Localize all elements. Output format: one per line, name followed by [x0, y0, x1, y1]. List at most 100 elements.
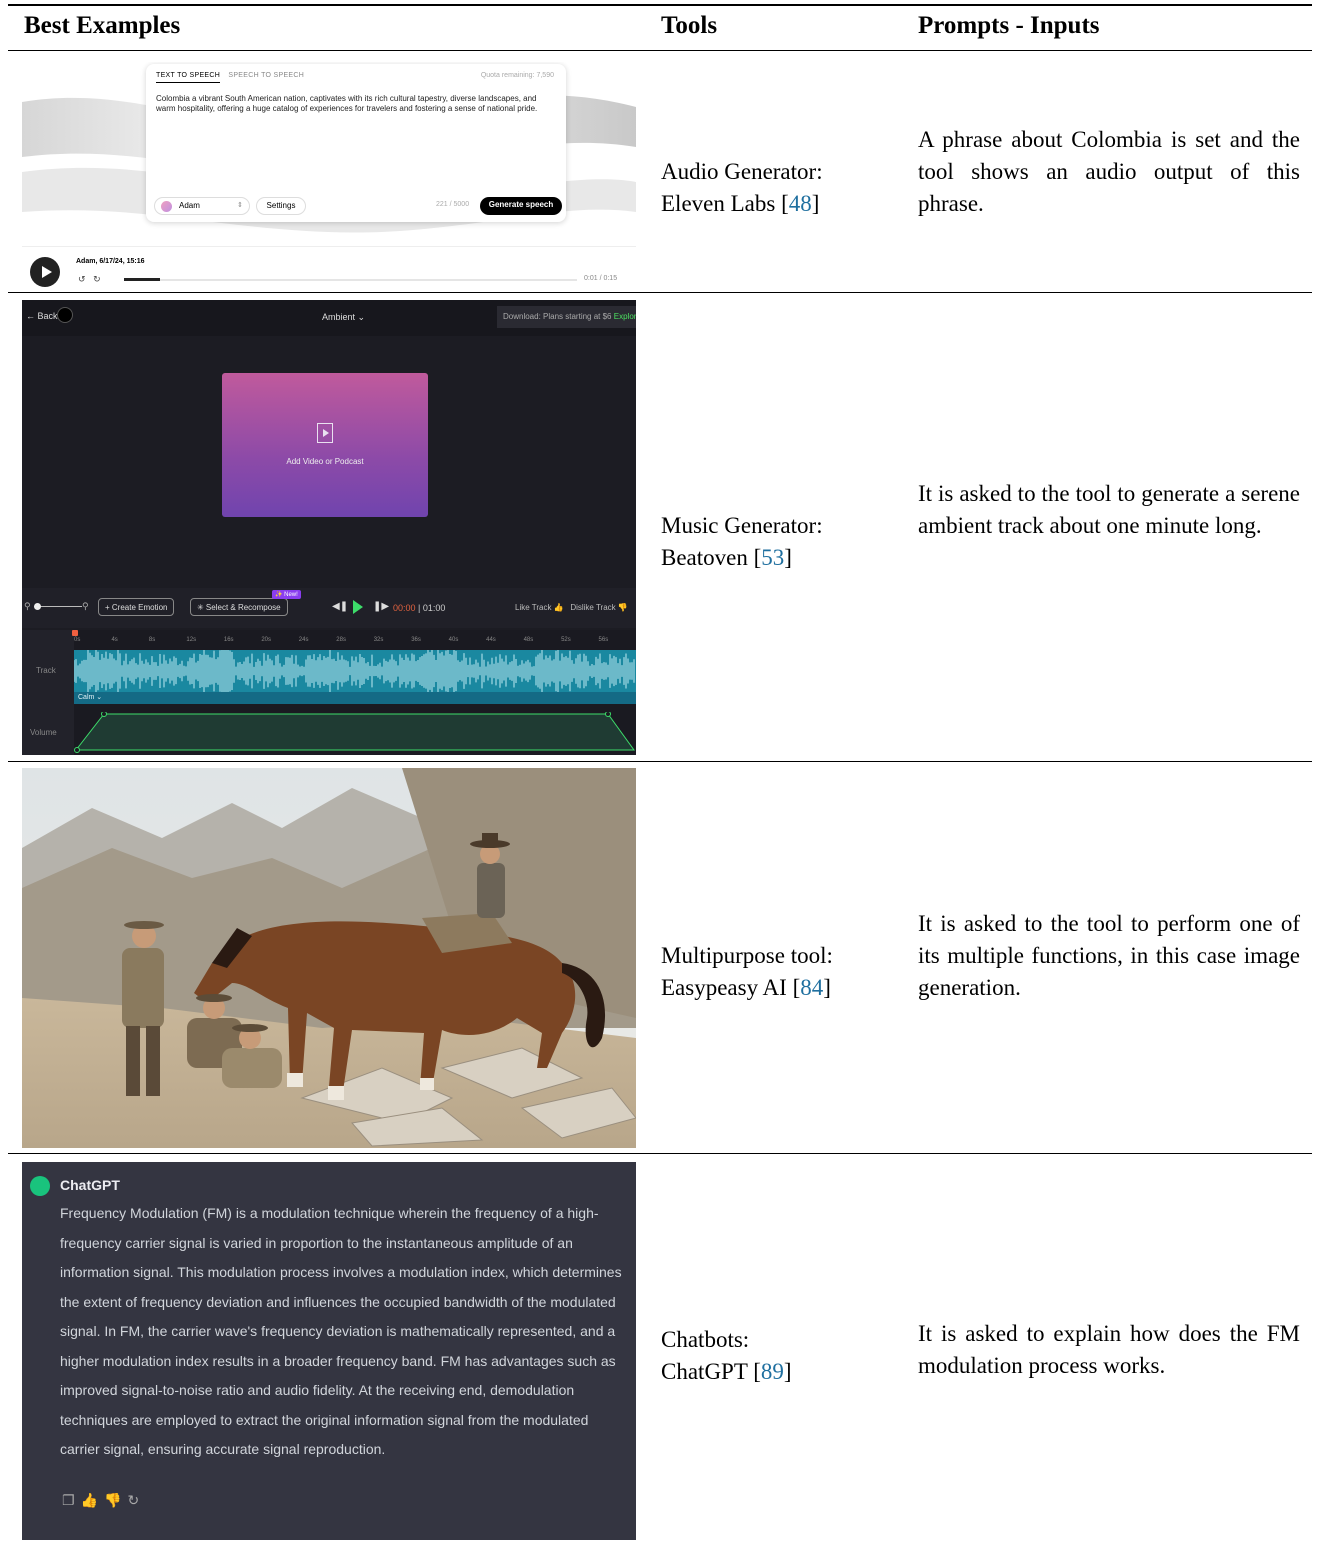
- citation-link[interactable]: 84: [800, 975, 823, 1000]
- track-label: Track: [36, 666, 56, 675]
- generate-speech-button[interactable]: Generate speech: [480, 197, 562, 215]
- thumbs-down-icon[interactable]: 👎: [104, 1492, 127, 1508]
- volume-envelope[interactable]: [74, 712, 636, 755]
- section-label[interactable]: Calm ⌄: [74, 692, 636, 704]
- tool-product-line: Beatoven [53]: [661, 545, 792, 570]
- row-divider: [8, 1153, 1312, 1154]
- tts-textarea[interactable]: Colombia a vibrant South American nation…: [156, 94, 551, 114]
- play-button[interactable]: [30, 257, 60, 287]
- citation-link[interactable]: 89: [761, 1359, 784, 1384]
- ruler-tick: 36s: [411, 637, 421, 643]
- audio-player: Adam, 6/17/24, 15:16 ↺ ↻ 0:01 / 0:15: [22, 246, 636, 288]
- header-prompts: Prompts - Inputs: [918, 12, 1100, 39]
- header-tools: Tools: [661, 12, 718, 39]
- skip-controls: ↺ ↻: [78, 274, 101, 285]
- control-bar: ⚲ ⚲ + Create Emotion ✳ Select & Recompos…: [22, 588, 636, 628]
- back-button[interactable]: ← Back: [26, 311, 58, 321]
- char-count: 221 / 5000: [436, 201, 470, 208]
- time-total: | 01:00: [418, 603, 446, 613]
- tool-category: Chatbots:: [661, 1327, 750, 1352]
- track-feedback: Like Track 👍 Dislike Track 👎: [515, 603, 628, 612]
- video-icon: [317, 423, 333, 443]
- like-track-button[interactable]: Like Track 👍: [515, 603, 564, 612]
- playhead[interactable]: [72, 630, 78, 636]
- timeline-labels: Track Volume: [22, 630, 74, 755]
- elevenlabs-screenshot: TEXT TO SPEECH SPEECH TO SPEECH Quota re…: [22, 62, 636, 288]
- top-rule: [8, 4, 1312, 6]
- voice-avatar-icon: [161, 201, 172, 212]
- add-media-box[interactable]: Add Video or Podcast: [222, 373, 428, 517]
- prompt-cell: It is asked to the tool to perform one o…: [918, 911, 1300, 1000]
- chatgpt-screenshot: ChatGPT Frequency Modulation (FM) is a m…: [22, 1162, 636, 1540]
- time-display: 00:00 | 01:00: [393, 603, 445, 613]
- ruler-tick: 48s: [523, 637, 534, 643]
- tool-product-line: Eleven Labs [48]: [661, 191, 820, 216]
- explore-link[interactable]: Explore: [614, 312, 636, 321]
- tool-cell: Audio Generator: Eleven Labs [48]: [661, 156, 891, 220]
- zoom-handle[interactable]: [34, 603, 41, 610]
- tool-product: Beatoven: [661, 545, 748, 570]
- tool-product-line: ChatGPT [89]: [661, 1359, 792, 1384]
- beatoven-screenshot: ← Back Ambient ⌄ Download: Plans startin…: [22, 300, 636, 755]
- tool-category: Multipurpose tool:: [661, 943, 833, 968]
- progress-bar[interactable]: [124, 278, 577, 281]
- download-text: Download: Plans starting at $6: [503, 312, 612, 321]
- progress-fill: [124, 278, 161, 281]
- time-current: 00:00: [393, 603, 416, 613]
- previous-icon[interactable]: ◀❚: [332, 601, 348, 612]
- ruler-tick: 28s: [336, 637, 346, 643]
- ruler-tick: 40s: [448, 637, 459, 643]
- top-bar: ← Back Ambient ⌄ Download: Plans startin…: [22, 300, 636, 336]
- citation-link[interactable]: 48: [789, 191, 812, 216]
- zoom-in-icon[interactable]: ⚲: [82, 601, 89, 612]
- ruler-tick: 44s: [486, 637, 496, 643]
- thumbs-up-icon[interactable]: 👍: [81, 1492, 104, 1508]
- citation-link[interactable]: 53: [761, 545, 784, 570]
- tool-category: Music Generator:: [661, 513, 823, 538]
- tool-product-line: Easypeasy AI [84]: [661, 975, 831, 1000]
- tool-product: Easypeasy AI: [661, 975, 787, 1000]
- play-icon[interactable]: [353, 600, 363, 614]
- assistant-name: ChatGPT: [60, 1177, 120, 1193]
- rewind-icon[interactable]: ↺: [78, 274, 86, 284]
- assistant-message: Frequency Modulation (FM) is a modulatio…: [60, 1205, 622, 1457]
- zoom-slider[interactable]: [34, 606, 82, 607]
- dislike-track-button[interactable]: Dislike Track 👎: [570, 603, 628, 612]
- header-rule: [8, 50, 1312, 51]
- regenerate-icon[interactable]: ↻: [127, 1492, 145, 1508]
- time-ruler[interactable]: 0s 4s 8s 12s 16s 20s 24s 28s 32s 36s 40s 44s 48s 52s 5…: [74, 630, 636, 648]
- generated-image: [22, 768, 636, 1148]
- next-icon[interactable]: ❚▶: [373, 601, 389, 612]
- ruler-tick: 52s: [561, 637, 571, 643]
- create-emotion-button[interactable]: + Create Emotion: [98, 598, 175, 616]
- volume-label: Volume: [30, 728, 57, 737]
- tool-category: Audio Generator:: [661, 159, 823, 184]
- ruler-tick: 24s: [298, 637, 309, 643]
- ruler-tick: 4s: [111, 637, 118, 643]
- tts-card: TEXT TO SPEECH SPEECH TO SPEECH Quota re…: [146, 64, 566, 222]
- header-examples: Best Examples: [24, 12, 181, 39]
- settings-button[interactable]: Settings: [256, 197, 306, 215]
- voice-select[interactable]: Adam ⇕: [154, 197, 250, 215]
- tab-text-to-speech[interactable]: TEXT TO SPEECH: [156, 72, 221, 83]
- forward-icon[interactable]: ↻: [93, 274, 101, 284]
- prompt-cell: It is asked to explain how does the FM m…: [918, 1321, 1300, 1378]
- player-title: Adam, 6/17/24, 15:16: [76, 258, 145, 265]
- tool-product: ChatGPT: [661, 1359, 748, 1384]
- row-divider: [8, 761, 1312, 762]
- player-time: 0:01 / 0:15: [584, 275, 618, 282]
- timeline: Track Volume 0s 4s 8s 12s 16s 20s 24s 28s 32s 36s…: [22, 630, 636, 755]
- tool-cell: Music Generator: Beatoven [53]: [661, 510, 891, 574]
- zoom-out-icon[interactable]: ⚲: [24, 601, 31, 612]
- ruler-tick: 16s: [223, 637, 234, 643]
- beatoven-logo: [57, 307, 73, 323]
- tab-speech-to-speech[interactable]: SPEECH TO SPEECH: [228, 72, 304, 79]
- tool-cell: Multipurpose tool: Easypeasy AI [84]: [661, 940, 891, 1004]
- row-divider: [8, 292, 1312, 293]
- download-banner: Download: Plans starting at $6 Explore: [497, 306, 636, 328]
- copy-icon[interactable]: ❐: [62, 1492, 81, 1508]
- waveform[interactable]: [74, 650, 636, 692]
- openai-logo-icon: [30, 1176, 50, 1196]
- mode-dropdown[interactable]: Ambient ⌄: [322, 312, 365, 323]
- select-recompose-button[interactable]: ✳ Select & Recompose: [190, 598, 288, 616]
